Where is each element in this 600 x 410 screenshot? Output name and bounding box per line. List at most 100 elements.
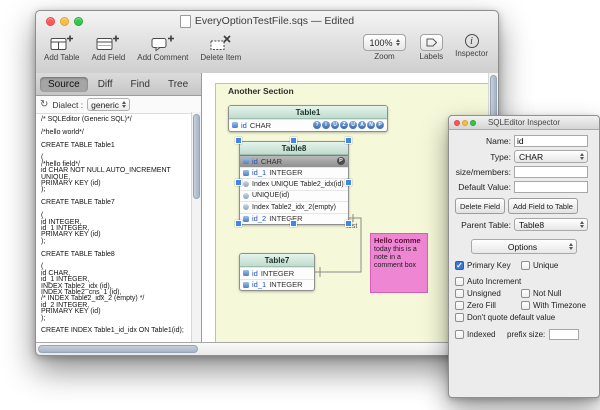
tab-source[interactable]: Source <box>40 77 88 92</box>
close-button[interactable] <box>454 120 460 126</box>
size-members-input[interactable] <box>514 166 588 178</box>
field-name: id_1 <box>252 280 266 289</box>
indexed-checkbox[interactable] <box>455 330 464 339</box>
not-null-label: Not Null <box>533 289 561 298</box>
scrollbar-thumb[interactable] <box>193 114 200 199</box>
selection-handle[interactable] <box>235 220 242 227</box>
add-field-icon <box>95 34 121 52</box>
source-scrollbar[interactable] <box>191 112 201 343</box>
close-button[interactable] <box>46 17 55 26</box>
delete-field-button[interactable]: Delete Field <box>455 198 505 214</box>
zoom-control: 100% Zoom <box>363 34 405 61</box>
auto-increment-checkbox[interactable] <box>455 277 464 286</box>
selection-handle[interactable] <box>235 179 242 186</box>
field-row[interactable]: id CHAR ? I U Z U A N P <box>229 119 387 131</box>
add-field-to-table-button[interactable]: Add Field to Table <box>508 198 578 214</box>
options-popup[interactable]: Options <box>471 239 577 254</box>
unique-checkbox[interactable] <box>521 261 530 270</box>
field-icon <box>243 216 249 222</box>
field-row[interactable]: id_1 INTEGER <box>240 279 314 291</box>
delete-item-icon <box>209 34 233 52</box>
default-value-input[interactable] <box>514 181 588 193</box>
titlebar[interactable]: EveryOptionTestFile.sqs — Edited <box>36 11 498 31</box>
not-null-checkbox[interactable] <box>521 289 530 298</box>
labels-button[interactable] <box>420 34 443 51</box>
zoom-stepper[interactable]: 100% <box>363 34 405 51</box>
primary-key-badge-icon: P <box>337 157 345 165</box>
window-header: EveryOptionTestFile.sqs — Edited Add Tab… <box>36 11 498 74</box>
field-name: id_1 <box>252 168 266 177</box>
index-text: UNIQUE(id) <box>252 192 289 199</box>
section-label: Another Section <box>228 86 294 96</box>
selection-handle[interactable] <box>235 137 242 144</box>
selection-handle[interactable] <box>345 137 352 144</box>
with-timezone-checkbox[interactable] <box>521 301 530 310</box>
dialect-label: Dialect : <box>52 100 83 110</box>
index-row[interactable]: Index UNIQUE Table2_idx(id) <box>240 178 348 190</box>
unsigned-checkbox[interactable] <box>455 289 464 298</box>
field-row[interactable]: id_1 INTEGER <box>240 167 348 179</box>
minimize-button[interactable] <box>60 17 69 26</box>
tab-tree[interactable]: Tree <box>160 77 196 92</box>
field-type: INTEGER <box>269 168 302 177</box>
selection-handle[interactable] <box>345 220 352 227</box>
diagram-table-table7[interactable]: Table7 id INTEGER id_1 INTEGER <box>239 253 315 291</box>
inspector-control: Inspector <box>455 34 488 58</box>
table-header[interactable]: Table7 <box>240 254 314 267</box>
table-header[interactable]: Table1 <box>229 106 387 119</box>
tab-diff[interactable]: Diff <box>90 77 121 92</box>
sql-source-text[interactable]: /* SQLEditor (Generic SQL)*/ /*hello wor… <box>36 114 201 343</box>
add-table-button[interactable]: Add Table <box>44 34 79 62</box>
comment-box[interactable]: Hello comme today this is a note in a co… <box>370 233 428 293</box>
option-badge-icon: P <box>376 121 384 129</box>
unsigned-label: Unsigned <box>467 289 501 298</box>
option-badge-icon: Z <box>340 121 348 129</box>
parent-table-popup[interactable]: Table8 <box>514 218 588 231</box>
minimize-button[interactable] <box>462 120 468 126</box>
type-popup[interactable]: CHAR <box>514 150 588 163</box>
diagram-canvas[interactable]: Another Section test Table1 id CHAR <box>202 73 488 343</box>
selection-handle[interactable] <box>290 137 297 144</box>
primary-key-checkbox[interactable] <box>455 261 464 270</box>
selection-handle[interactable] <box>345 179 352 186</box>
add-comment-icon <box>150 34 176 52</box>
option-badge-icon: U <box>349 121 357 129</box>
refresh-icon[interactable] <box>40 100 48 110</box>
info-icon[interactable] <box>465 34 479 48</box>
tab-find[interactable]: Find <box>123 77 158 92</box>
field-row-selected[interactable]: id CHAR P <box>240 155 348 167</box>
prefix-size-input[interactable] <box>549 329 579 340</box>
dialect-popup[interactable]: generic <box>87 98 130 111</box>
inspector-titlebar[interactable]: SQLEditor Inspector <box>449 116 599 130</box>
field-type: CHAR <box>261 157 282 166</box>
add-comment-button[interactable]: Add Comment <box>137 34 188 62</box>
window-title: EveryOptionTestFile.sqs — Edited <box>195 15 354 27</box>
options-value: Options <box>476 242 569 252</box>
zoom-window-button[interactable] <box>470 120 476 126</box>
dont-quote-default-checkbox[interactable] <box>455 313 464 322</box>
toolbar: Add Table Add Field <box>36 31 498 62</box>
index-row[interactable]: UNIQUE(id) <box>240 190 348 202</box>
option-badge-icon: ? <box>313 121 321 129</box>
with-timezone-label: With Timezone <box>533 301 586 310</box>
option-badge-icon: I <box>322 121 330 129</box>
scrollbar-thumb[interactable] <box>38 345 198 353</box>
labels-label: Labels <box>420 52 444 61</box>
inspector-body: Name: Type: CHAR size/members: Default V… <box>449 130 599 340</box>
field-row[interactable]: id INTEGER <box>240 267 314 279</box>
delete-item-button[interactable]: Delete Item <box>200 34 241 62</box>
zoom-window-button[interactable] <box>74 17 83 26</box>
source-panel: Source Diff Find Tree Dialect : generic … <box>36 73 202 343</box>
horizontal-scrollbar[interactable] <box>36 342 498 355</box>
zero-fill-checkbox[interactable] <box>455 301 464 310</box>
add-field-button[interactable]: Add Field <box>91 34 125 62</box>
index-icon <box>243 181 249 187</box>
diagram-table-table1[interactable]: Table1 id CHAR ? I U Z U A N <box>228 105 388 132</box>
add-table-icon <box>49 34 75 52</box>
selection-handle[interactable] <box>290 220 297 227</box>
index-row[interactable]: Index Table2_idx_2(empty) <box>240 201 348 213</box>
window-content: Source Diff Find Tree Dialect : generic … <box>36 73 498 343</box>
diagram-table-table8[interactable]: Table8 id CHAR P id_1 INTEGER Inde <box>239 141 349 225</box>
chevron-updown-icon <box>569 243 573 250</box>
name-input[interactable] <box>514 135 588 147</box>
